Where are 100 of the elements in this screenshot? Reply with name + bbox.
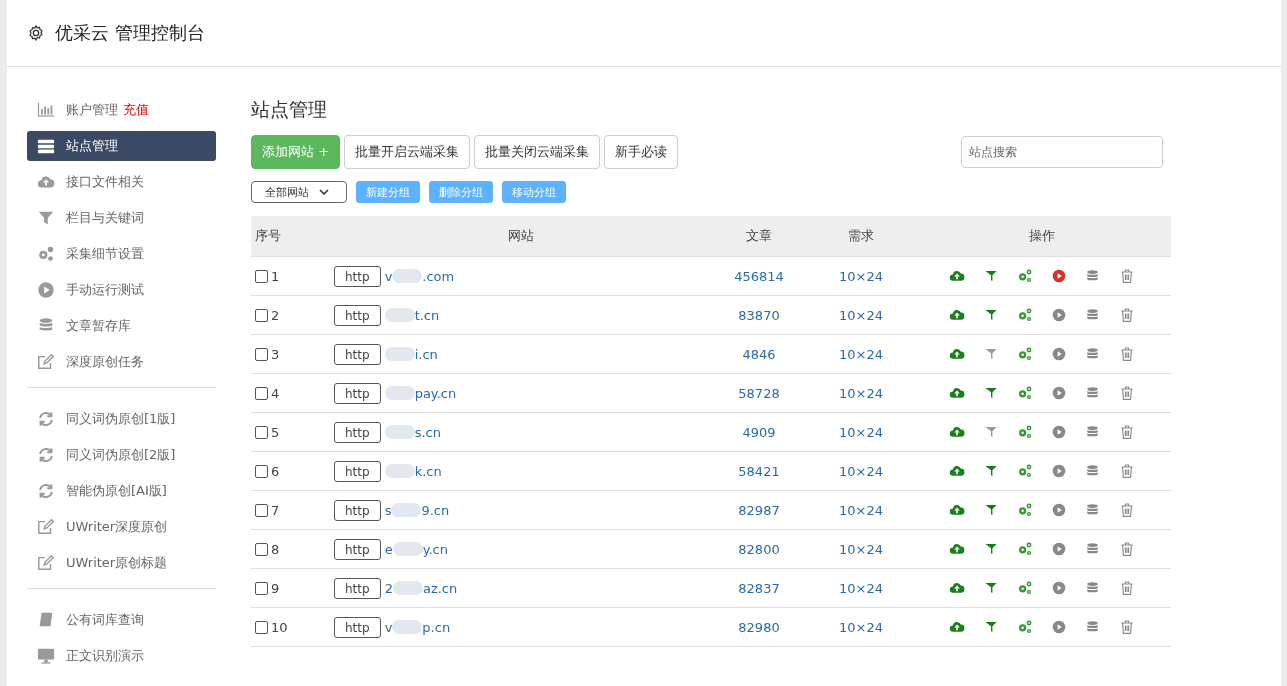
gears-icon[interactable]: [1016, 346, 1033, 362]
recharge-label[interactable]: 充值: [123, 101, 149, 119]
play-icon[interactable]: [1051, 269, 1066, 283]
play-icon[interactable]: [1051, 503, 1066, 517]
row-checkbox[interactable]: [255, 620, 268, 634]
sidebar-item[interactable]: 同义词伪原创[2版]: [27, 440, 216, 470]
filter-icon[interactable]: [983, 308, 998, 322]
play-icon[interactable]: [1051, 581, 1066, 595]
play-icon[interactable]: [1051, 425, 1066, 439]
cloud-upload-icon[interactable]: [948, 307, 965, 323]
protocol-button[interactable]: http: [334, 538, 381, 560]
cloud-upload-icon[interactable]: [948, 580, 965, 596]
play-icon[interactable]: [1051, 620, 1066, 634]
trash-icon[interactable]: [1118, 424, 1135, 440]
play-icon[interactable]: [1051, 308, 1066, 322]
cloud-upload-icon[interactable]: [948, 502, 965, 518]
play-icon[interactable]: [1051, 464, 1066, 478]
gears-icon[interactable]: [1016, 502, 1033, 518]
sidebar-item[interactable]: 采集细节设置: [27, 239, 216, 269]
edit-icon: [37, 518, 55, 536]
cloud-upload-icon[interactable]: [948, 268, 965, 284]
filter-icon[interactable]: [983, 581, 998, 595]
trash-icon[interactable]: [1118, 541, 1135, 557]
filter-icon[interactable]: [983, 464, 998, 478]
filter-icon[interactable]: [983, 347, 998, 361]
sidebar-item[interactable]: 智能伪原创[AI版]: [27, 476, 216, 506]
table-cell: 4909: [708, 412, 810, 452]
sidebar-item[interactable]: 手动运行测试: [27, 275, 216, 305]
play-icon[interactable]: [1051, 347, 1066, 361]
trash-icon[interactable]: [1118, 619, 1135, 635]
row-checkbox[interactable]: [255, 542, 268, 556]
protocol-button[interactable]: http: [334, 577, 381, 599]
sidebar-item[interactable]: UWriter深度原创: [27, 512, 216, 542]
trash-icon[interactable]: [1118, 385, 1135, 401]
sidebar-item[interactable]: 同义词伪原创[1版]: [27, 404, 216, 434]
sidebar-item[interactable]: 接口文件相关: [27, 167, 216, 197]
protocol-button[interactable]: http: [334, 382, 381, 404]
sidebar-item[interactable]: 正文识别演示: [27, 641, 216, 671]
sidebar-item[interactable]: 站点管理: [27, 131, 216, 161]
cloud-upload-icon[interactable]: [948, 463, 965, 479]
toolbar-button[interactable]: 批量关闭云端采集: [474, 135, 601, 169]
protocol-button[interactable]: http: [334, 265, 381, 287]
play-icon: [37, 281, 55, 299]
site-domain: y.cn: [422, 541, 448, 557]
group-select[interactable]: 全部网站: [251, 181, 347, 203]
row-checkbox[interactable]: [255, 503, 268, 517]
filter-icon[interactable]: [983, 503, 998, 517]
gears-icon[interactable]: [1016, 307, 1033, 323]
cloud-upload-icon[interactable]: [948, 424, 965, 440]
trash-icon[interactable]: [1118, 580, 1135, 596]
toolbar-button[interactable]: 批量开启云端采集: [344, 135, 471, 169]
sidebar-item[interactable]: 栏目与关键词: [27, 203, 216, 233]
gears-icon[interactable]: [1016, 385, 1033, 401]
row-checkbox[interactable]: [255, 581, 268, 595]
protocol-button[interactable]: http: [334, 343, 381, 365]
cloud-upload-icon[interactable]: [948, 619, 965, 635]
protocol-button[interactable]: http: [334, 304, 381, 326]
gears-icon[interactable]: [1016, 619, 1033, 635]
filter-icon[interactable]: [983, 386, 998, 400]
protocol-button[interactable]: http: [334, 499, 381, 521]
sidebar-item[interactable]: UWriter原创标题: [27, 548, 216, 578]
sidebar-item[interactable]: 账户管理 充值: [27, 95, 216, 125]
sidebar-item[interactable]: 文章暂存库: [27, 311, 216, 341]
trash-icon[interactable]: [1118, 346, 1135, 362]
trash-icon[interactable]: [1118, 502, 1135, 518]
search-field[interactable]: 站点搜索: [961, 136, 1163, 168]
trash-icon[interactable]: [1118, 463, 1135, 479]
gears-icon[interactable]: [1016, 580, 1033, 596]
row-number: 1: [271, 268, 280, 284]
table-cell: 58421: [708, 451, 810, 491]
trash-icon[interactable]: [1118, 307, 1135, 323]
protocol-button[interactable]: http: [334, 616, 381, 638]
table-cell: 10×24: [810, 529, 912, 569]
protocol-button[interactable]: http: [334, 421, 381, 443]
cloud-upload-icon[interactable]: [948, 346, 965, 362]
edit-icon: [37, 554, 55, 572]
filter-icon[interactable]: [983, 620, 998, 634]
row-checkbox[interactable]: [255, 386, 268, 400]
row-checkbox[interactable]: [255, 269, 268, 283]
sidebar-item[interactable]: 公有词库查询: [27, 605, 216, 635]
table-cell: 456814: [708, 256, 810, 296]
filter-icon[interactable]: [983, 542, 998, 556]
row-checkbox[interactable]: [255, 347, 268, 361]
gears-icon[interactable]: [1016, 268, 1033, 284]
gears-icon[interactable]: [1016, 424, 1033, 440]
row-checkbox[interactable]: [255, 308, 268, 322]
cloud-upload-icon[interactable]: [948, 385, 965, 401]
trash-icon[interactable]: [1118, 268, 1135, 284]
gears-icon[interactable]: [1016, 463, 1033, 479]
sidebar-item[interactable]: 深度原创任务: [27, 347, 216, 377]
play-icon[interactable]: [1051, 542, 1066, 556]
row-checkbox[interactable]: [255, 425, 268, 439]
cloud-upload-icon[interactable]: [948, 541, 965, 557]
protocol-button[interactable]: http: [334, 460, 381, 482]
filter-icon[interactable]: [983, 425, 998, 439]
filter-icon[interactable]: [983, 269, 998, 283]
play-icon[interactable]: [1051, 386, 1066, 400]
toolbar-button[interactable]: 新手必读: [604, 135, 679, 169]
gears-icon[interactable]: [1016, 541, 1033, 557]
row-checkbox[interactable]: [255, 464, 268, 478]
